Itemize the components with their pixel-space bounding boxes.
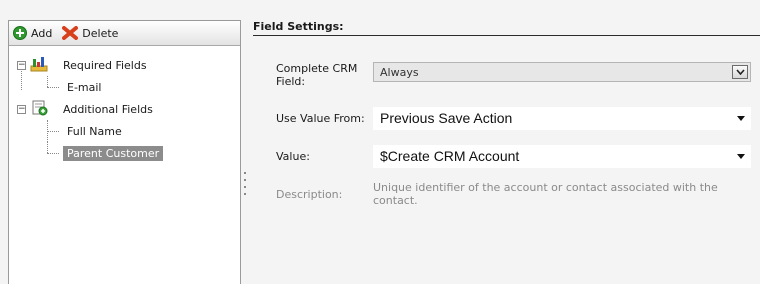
- complete-crm-value: Always: [380, 66, 419, 79]
- tree-leaf-label: Parent Customer: [63, 146, 164, 161]
- page-folder-icon: [30, 100, 48, 119]
- tree-connector: [47, 131, 59, 132]
- complete-crm-label: Complete CRM Field:: [276, 62, 358, 88]
- tree-leaf-label: E-mail: [67, 81, 102, 94]
- tree-node-required[interactable]: − Required Fields: [9, 54, 240, 76]
- tree-node-label: Additional Fields: [63, 102, 153, 116]
- x-icon: [62, 26, 79, 40]
- add-label: Add: [31, 26, 53, 40]
- tree-leaf-parent-customer[interactable]: Parent Customer: [9, 142, 240, 164]
- value-select[interactable]: $Create CRM Account: [373, 145, 751, 168]
- tree-connector: [47, 87, 59, 88]
- description-label: Description:: [276, 188, 343, 201]
- complete-crm-select[interactable]: Always: [373, 62, 751, 82]
- value-value: $Create CRM Account: [380, 148, 520, 164]
- value-label: Value:: [276, 150, 310, 163]
- field-settings-header: Field Settings:: [253, 20, 760, 36]
- value-row: Value:: [276, 150, 371, 163]
- use-value-from-select[interactable]: Previous Save Action: [373, 107, 751, 130]
- tree-node-additional[interactable]: − Additional Fields: [9, 98, 240, 120]
- plus-circle-icon: [13, 26, 27, 40]
- tree-leaf-full-name[interactable]: Full Name: [9, 120, 240, 142]
- delete-button[interactable]: Delete: [62, 26, 118, 40]
- dropdown-arrow-icon: [737, 154, 745, 159]
- app-root: Add Delete − Required Fields E-mail − Ad…: [0, 0, 760, 284]
- fields-toolbar: Add Delete: [9, 21, 240, 46]
- use-value-from-value: Previous Save Action: [380, 110, 513, 126]
- tree-connector: [47, 153, 59, 154]
- tree-connector: [47, 142, 48, 153]
- panel-splitter[interactable]: [243, 172, 247, 206]
- collapse-toggle[interactable]: −: [17, 104, 26, 114]
- field-tree: − Required Fields E-mail − Additional Fi…: [9, 46, 240, 164]
- collapse-toggle[interactable]: −: [17, 60, 26, 70]
- fields-panel: Add Delete − Required Fields E-mail − Ad…: [8, 20, 241, 284]
- complete-crm-row: Complete CRM Field:: [276, 62, 371, 88]
- tree-leaf-email[interactable]: E-mail: [9, 76, 240, 98]
- use-value-from-row: Use Value From:: [276, 112, 371, 125]
- description-text: Unique identifier of the account or cont…: [373, 181, 718, 207]
- chevron-down-icon[interactable]: [732, 65, 748, 79]
- dropdown-arrow-icon: [737, 116, 745, 121]
- tree-leaf-label: Full Name: [67, 125, 122, 138]
- use-value-from-label: Use Value From:: [276, 112, 365, 125]
- tree-connector: [47, 76, 48, 87]
- chart-folder-icon: [30, 56, 48, 75]
- add-button[interactable]: Add: [13, 26, 52, 40]
- delete-label: Delete: [82, 26, 119, 40]
- tree-node-label: Required Fields: [63, 58, 147, 72]
